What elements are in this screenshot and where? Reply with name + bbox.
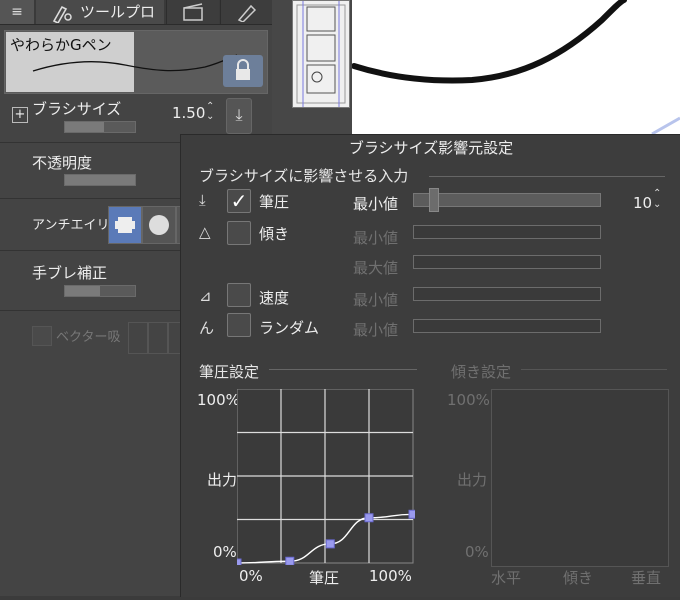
- section-divider: [521, 369, 667, 370]
- hamburger-icon: ≡: [11, 4, 23, 20]
- tab-tool-property[interactable]: ツールプロ: [36, 0, 164, 24]
- graph-x-left-label: 0%: [239, 567, 263, 585]
- tilt-y-top-label: 100%: [447, 391, 490, 409]
- curve-control-point[interactable]: [408, 509, 415, 519]
- panel-tab-bar: ≡ ツールプロ: [0, 0, 273, 25]
- pen-pressure-icon: ⤓: [199, 191, 206, 209]
- tilt-y-mid-label: 出力: [457, 471, 488, 489]
- navigator-preview-image: [296, 1, 346, 107]
- random-checkbox[interactable]: [227, 313, 251, 337]
- antialias-weak-button[interactable]: [142, 206, 176, 244]
- graph-x-mid-label: 筆圧: [309, 569, 340, 587]
- pen-pressure-checkbox[interactable]: ✓: [227, 189, 251, 213]
- dialog-title: ブラシサイズ影響元設定: [348, 139, 514, 157]
- pen-pressure-icon: ⤓: [235, 105, 243, 124]
- section-divider: [269, 369, 417, 370]
- slider-knob[interactable]: [428, 188, 439, 212]
- stabilization-bar-fill: [65, 286, 100, 296]
- brush-size-label: ブラシサイズ: [32, 100, 122, 118]
- vector-snap-label: ベクター吸: [56, 330, 121, 345]
- speed-label: 速度: [259, 289, 290, 307]
- random-min-slider[interactable]: [413, 319, 601, 333]
- tilt-label: 傾き: [259, 225, 290, 243]
- section-divider: [429, 176, 665, 177]
- lock-icon: [236, 59, 250, 80]
- pressure-section-title: 筆圧設定: [199, 363, 260, 381]
- pressure-min-label: 最小値: [353, 195, 399, 213]
- tilt-max-slider[interactable]: [413, 255, 601, 269]
- vector-option-box[interactable]: [148, 322, 168, 354]
- brush-size-bar[interactable]: [64, 121, 136, 133]
- tool-property-icon: [52, 5, 72, 23]
- circle-icon: [149, 215, 169, 235]
- curve-control-point[interactable]: [237, 558, 242, 565]
- brush-size-bar-fill: [65, 122, 104, 132]
- navigator-thumbnail[interactable]: [292, 0, 350, 108]
- speed-checkbox[interactable]: [227, 283, 251, 307]
- antialias-label: アンチエイリ: [32, 218, 110, 233]
- curve-control-point[interactable]: [325, 539, 335, 549]
- tilt-x-left-label: 水平: [491, 569, 522, 587]
- stabilization-label: 手ブレ補正: [32, 264, 108, 282]
- curve-control-point[interactable]: [364, 513, 374, 523]
- brush-size-influence-button[interactable]: ⤓: [226, 98, 252, 134]
- tab-sub-tool-detail[interactable]: [166, 0, 219, 24]
- stabilization-bar[interactable]: [64, 285, 136, 297]
- pen-pressure-label: 筆圧: [259, 193, 290, 211]
- tilt-section-title: 傾き設定: [451, 363, 512, 381]
- tilt-y-bottom-label: 0%: [465, 543, 489, 561]
- pressure-min-value[interactable]: 10: [633, 194, 652, 212]
- opacity-bar-fill: [65, 175, 135, 185]
- tilt-x-right-label: 垂直: [631, 569, 662, 587]
- input-section-title: ブラシサイズに影響させる入力: [199, 167, 409, 185]
- tab-tool-label: ツールプロ: [80, 3, 156, 21]
- panel-menu-button[interactable]: ≡: [0, 0, 34, 24]
- pressure-min-slider[interactable]: [413, 188, 601, 212]
- graph-y-mid-label: 出力: [207, 471, 238, 489]
- tilt-min-label: 最小値: [353, 229, 399, 247]
- tilt-max-label: 最大値: [353, 259, 399, 277]
- tilt-x-mid-label: 傾き: [563, 569, 594, 587]
- pressure-curve-graph[interactable]: [237, 389, 415, 565]
- vector-snap-checkbox[interactable]: [32, 326, 52, 346]
- graph-y-bottom-label: 0%: [213, 543, 237, 561]
- opacity-bar[interactable]: [64, 174, 136, 186]
- pressure-min-spinner[interactable]: ⌃ ⌄: [653, 188, 661, 210]
- clapper-icon: [183, 3, 203, 21]
- tilt-curve-graph: [491, 389, 669, 567]
- brush-size-value[interactable]: 1.50: [172, 104, 205, 122]
- tilt-checkbox[interactable]: [227, 221, 251, 245]
- graph-y-top-label: 100%: [197, 391, 240, 409]
- speed-min-slider[interactable]: [413, 287, 601, 301]
- brush-preview[interactable]: やわらかGペン: [4, 30, 268, 94]
- graph-x-right-label: 100%: [369, 567, 412, 585]
- curve-control-point[interactable]: [285, 556, 295, 565]
- random-min-label: 最小値: [353, 321, 399, 339]
- brush-size-influence-dialog: ブラシサイズ影響元設定 ブラシサイズに影響させる入力 ⤓ ✓ 筆圧 最小値 10…: [180, 134, 680, 597]
- opacity-label: 不透明度: [32, 154, 93, 172]
- random-label: ランダム: [259, 319, 320, 337]
- speed-min-label: 最小値: [353, 291, 399, 309]
- tilt-icon: △: [199, 223, 211, 241]
- pixel-circle-icon: [115, 217, 135, 233]
- speed-icon: ⊿: [199, 287, 212, 305]
- expand-plus-icon[interactable]: +: [12, 107, 28, 123]
- checkmark-icon: ✓: [230, 189, 248, 213]
- vector-option-box[interactable]: [128, 322, 148, 354]
- brush-tab-icon: [237, 4, 257, 22]
- random-icon: ん: [199, 319, 215, 337]
- antialias-none-button[interactable]: [108, 206, 142, 244]
- brush-size-spinner[interactable]: ⌃ ⌄: [206, 102, 220, 122]
- tab-brush[interactable]: [220, 0, 273, 24]
- tilt-min-slider[interactable]: [413, 225, 601, 239]
- antialias-buttons: [108, 206, 188, 244]
- lock-button[interactable]: [223, 55, 263, 87]
